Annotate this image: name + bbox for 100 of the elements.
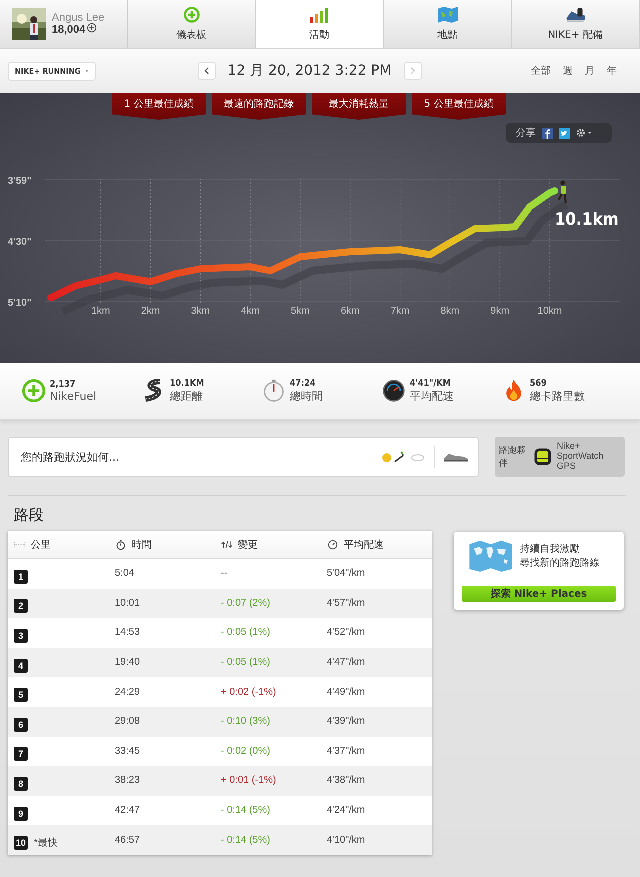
y-axis-label: 5'10" xyxy=(8,298,32,309)
table-cell-text: 4'37"/km xyxy=(327,746,366,757)
table-cell-text: 4'39"/km xyxy=(327,716,366,728)
km-marker: 3 xyxy=(14,628,28,643)
km-marker: 4 xyxy=(14,658,28,673)
y-axis-label: 3'59" xyxy=(8,176,32,187)
speedometer-icon xyxy=(327,540,339,550)
section-heading: 路段 xyxy=(14,506,45,525)
km-marker: 6 xyxy=(14,718,28,732)
plus-icon[interactable] xyxy=(86,23,97,33)
distance-label: 10.1km xyxy=(555,210,619,230)
up-down-arrows-icon xyxy=(221,540,233,550)
table-cell-text: 19:40 xyxy=(115,657,142,668)
table-cell-text: - 0:10 (3%) xyxy=(221,716,272,728)
nav-tab[interactable]: 活動 xyxy=(256,0,384,48)
fastest-note: *最快 xyxy=(34,836,58,850)
table-cell-text: 14:53 xyxy=(115,627,142,638)
stat-value: 2,137 xyxy=(50,380,77,390)
previous-button[interactable] xyxy=(198,62,216,80)
table-cell-text: 24:29 xyxy=(115,686,142,698)
range-link[interactable]: 全部 xyxy=(528,62,554,80)
x-axis-label: 4km xyxy=(241,306,260,317)
device-name: Nike+ SportWatch GPS xyxy=(557,442,605,472)
range-link[interactable]: 月 xyxy=(582,62,598,80)
table-cell-text: - 0:05 (1%) xyxy=(221,627,272,638)
km-marker: 9 xyxy=(14,806,28,821)
table-cell-text: + 0:02 (-1%) xyxy=(221,686,278,698)
promo-text: 持續自我激勵 xyxy=(520,542,581,556)
x-axis-label: 1km xyxy=(91,306,110,317)
km-marker: 7 xyxy=(14,747,28,762)
bar-chart-icon xyxy=(308,6,330,24)
promo-text: 尋找新的路跑路線 xyxy=(520,556,600,570)
column-header: 變更 xyxy=(238,538,258,552)
feedback-field[interactable]: 您的路跑狀況如何... xyxy=(8,437,479,477)
share-label: 分享 xyxy=(516,126,536,140)
y-axis-label: 4'30" xyxy=(8,237,32,248)
chevron-right-icon xyxy=(410,66,416,76)
speedometer-icon xyxy=(382,379,406,403)
stat-value: 569 xyxy=(530,378,548,388)
explore-button[interactable]: 探索 Nike+ Places xyxy=(462,586,616,602)
stat-label: NikeFuel xyxy=(50,390,97,402)
activity-date: 12 月 20, 2012 3:22 PM xyxy=(228,62,392,80)
stat-value: 47:24 xyxy=(290,378,317,388)
stopwatch-icon xyxy=(262,379,286,403)
x-axis-label: 6km xyxy=(340,306,360,317)
activity-dropdown[interactable]: NIKE+ RUNNING xyxy=(8,62,96,80)
ruler-icon xyxy=(14,540,26,550)
stat-value: 4'41"/KM xyxy=(410,378,452,388)
achievement-ribbon[interactable]: 5 公里最佳成績 xyxy=(412,93,506,120)
shoe-icon xyxy=(564,6,586,24)
km-marker: 10 xyxy=(14,836,28,850)
table-cell-text: 42:47 xyxy=(115,805,142,816)
x-axis-label: 2km xyxy=(141,306,160,317)
table-cell-text: 38:23 xyxy=(115,775,142,786)
x-axis-label: 10km xyxy=(538,306,562,317)
runner-figure xyxy=(558,180,567,204)
km-marker: 1 xyxy=(14,570,28,584)
world-map-icon xyxy=(468,540,514,572)
table-cell-text: 29:08 xyxy=(115,716,142,728)
table-cell-text: 4'38"/km xyxy=(327,775,366,786)
table-cell-text: 4'47"/km xyxy=(327,657,366,668)
bird-icon[interactable] xyxy=(559,128,570,138)
table-cell-text: 5:04 xyxy=(115,568,136,580)
stat-value: 10.1KM xyxy=(170,378,204,388)
x-axis-label: 3km xyxy=(191,306,210,317)
nav-tab[interactable]: NIKE+ 配備 xyxy=(512,0,640,48)
km-marker: 8 xyxy=(14,776,28,791)
range-link[interactable]: 週 xyxy=(560,62,576,80)
range-link[interactable]: 年 xyxy=(604,62,620,80)
x-axis-label: 8km xyxy=(440,306,460,317)
km-marker: 2 xyxy=(14,599,28,614)
table-cell-text: - 0:14 (5%) xyxy=(221,805,272,816)
fuel-points: 18,004 xyxy=(52,24,86,36)
nav-tab[interactable]: 地點 xyxy=(384,0,512,48)
table-cell-text: 4'57"/km xyxy=(327,598,366,609)
settings-icon[interactable] xyxy=(576,128,594,138)
table-cell-text: - 0:14 (5%) xyxy=(221,834,272,846)
facebook-icon[interactable] xyxy=(542,128,553,138)
table-cell-text: 4'49"/km xyxy=(327,686,366,698)
stopwatch-icon xyxy=(115,540,127,550)
partner-panel[interactable]: 路跑夥伴 Nike+ SportWatch GPS xyxy=(495,437,625,477)
chevron-left-icon xyxy=(204,66,210,76)
achievement-ribbon[interactable]: 最大消耗熱量 xyxy=(312,93,406,120)
user-name: Angus Lee xyxy=(52,12,105,24)
table-cell-text: + 0:01 (-1%) xyxy=(221,775,278,786)
table-cell-text: 5'04"/km xyxy=(327,568,366,580)
table-cell-text: 10:01 xyxy=(115,598,142,609)
column-header: 平均配速 xyxy=(344,538,384,552)
mood-terrain-weather-icons[interactable] xyxy=(382,450,426,464)
table-cell-text: 46:57 xyxy=(115,834,142,846)
x-axis-label: 5km xyxy=(291,306,310,317)
shoe-icon[interactable] xyxy=(443,451,469,463)
table-cell-text: - 0:07 (2%) xyxy=(221,598,272,609)
achievement-ribbon[interactable]: 1 公里最佳成績 xyxy=(112,93,206,120)
table-cell-text: -- xyxy=(221,568,229,580)
stat-label: 總時間 xyxy=(290,388,323,404)
table-cell-text: 4'24"/km xyxy=(327,805,366,816)
table-cell-text: 4'10"/km xyxy=(327,834,366,846)
stat-label: 總距離 xyxy=(170,388,204,404)
achievement-ribbon[interactable]: 最遠的路跑記錄 xyxy=(212,93,306,120)
